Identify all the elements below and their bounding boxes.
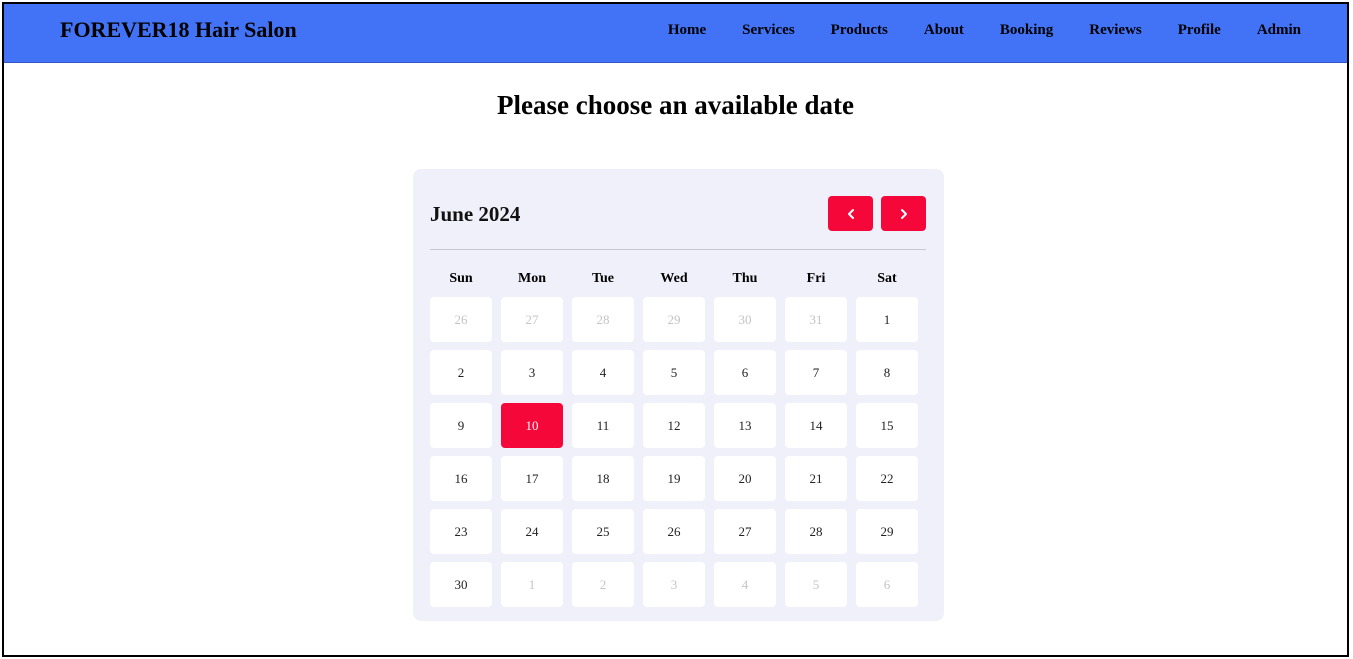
nav-home[interactable]: Home <box>668 22 706 39</box>
day-cell[interactable]: 4 <box>572 350 634 395</box>
day-cell[interactable]: 30 <box>430 562 492 607</box>
day-cell-outside-month: 2 <box>572 562 634 607</box>
day-cell[interactable]: 11 <box>572 403 634 448</box>
day-cell-outside-month: 30 <box>714 297 776 342</box>
month-label: June 2024 <box>430 202 521 226</box>
day-cell[interactable]: 19 <box>643 456 705 501</box>
day-cell[interactable]: 18 <box>572 456 634 501</box>
app-window: FOREVER18 Hair Salon Home Services Produ… <box>2 2 1349 657</box>
weekday-fri: Fri <box>806 271 826 286</box>
day-cell[interactable]: 28 <box>785 509 847 554</box>
day-cell[interactable]: 20 <box>714 456 776 501</box>
nav-admin[interactable]: Admin <box>1257 22 1301 39</box>
weekday-wed: Wed <box>660 271 688 286</box>
day-cell-outside-month: 26 <box>430 297 492 342</box>
nav-links: Home Services Products About Booking Rev… <box>632 22 1301 39</box>
nav-about[interactable]: About <box>924 22 964 39</box>
weekday-header: Sun Mon Tue Wed Thu Fri Sat <box>430 271 926 287</box>
date-calendar: June 2024 Sun Mon Tue Wed Thu Fri Sat 26… <box>413 169 944 621</box>
weekday-sun: Sun <box>449 271 473 286</box>
day-cell[interactable]: 5 <box>643 350 705 395</box>
next-month-button[interactable] <box>881 196 926 231</box>
day-cell[interactable]: 29 <box>856 509 918 554</box>
day-grid: 26 27 28 29 30 31 1 2 3 4 5 6 7 8 9 10 11 12 13 14 15 16 17 18 1… <box>430 297 918 607</box>
day-cell-outside-month: 6 <box>856 562 918 607</box>
chevron-right-icon <box>900 208 907 219</box>
day-cell-outside-month: 3 <box>643 562 705 607</box>
day-cell[interactable]: 2 <box>430 350 492 395</box>
day-cell[interactable]: 14 <box>785 403 847 448</box>
nav-products[interactable]: Products <box>831 22 888 39</box>
day-cell[interactable]: 25 <box>572 509 634 554</box>
nav-services[interactable]: Services <box>742 22 794 39</box>
day-cell[interactable]: 22 <box>856 456 918 501</box>
day-cell[interactable]: 27 <box>714 509 776 554</box>
day-cell-outside-month: 29 <box>643 297 705 342</box>
day-cell-selected[interactable]: 10 <box>501 403 563 448</box>
day-cell-outside-month: 4 <box>714 562 776 607</box>
day-cell[interactable]: 26 <box>643 509 705 554</box>
day-cell[interactable]: 8 <box>856 350 918 395</box>
prev-month-button[interactable] <box>828 196 873 231</box>
nav-reviews[interactable]: Reviews <box>1089 22 1142 39</box>
day-cell[interactable]: 17 <box>501 456 563 501</box>
day-cell-outside-month: 27 <box>501 297 563 342</box>
day-cell-outside-month: 31 <box>785 297 847 342</box>
day-cell[interactable]: 3 <box>501 350 563 395</box>
weekday-mon: Mon <box>518 271 546 286</box>
weekday-tue: Tue <box>591 271 615 286</box>
day-cell[interactable]: 16 <box>430 456 492 501</box>
day-cell[interactable]: 7 <box>785 350 847 395</box>
nav-booking[interactable]: Booking <box>1000 22 1053 39</box>
day-cell[interactable]: 13 <box>714 403 776 448</box>
day-cell-outside-month: 1 <box>501 562 563 607</box>
day-cell[interactable]: 1 <box>856 297 918 342</box>
day-cell[interactable]: 6 <box>714 350 776 395</box>
brand-logo[interactable]: FOREVER18 Hair Salon <box>60 17 297 43</box>
weekday-sat: Sat <box>877 271 897 286</box>
day-cell-outside-month: 5 <box>785 562 847 607</box>
page-title: Please choose an available date <box>497 90 854 120</box>
day-cell[interactable]: 12 <box>643 403 705 448</box>
day-cell-outside-month: 28 <box>572 297 634 342</box>
nav-profile[interactable]: Profile <box>1178 22 1221 39</box>
calendar-divider <box>430 249 926 250</box>
day-cell[interactable]: 15 <box>856 403 918 448</box>
day-cell[interactable]: 23 <box>430 509 492 554</box>
day-cell[interactable]: 24 <box>501 509 563 554</box>
navbar: FOREVER18 Hair Salon Home Services Produ… <box>4 4 1347 63</box>
chevron-left-icon <box>847 208 854 219</box>
weekday-thu: Thu <box>732 271 758 286</box>
day-cell[interactable]: 21 <box>785 456 847 501</box>
day-cell[interactable]: 9 <box>430 403 492 448</box>
